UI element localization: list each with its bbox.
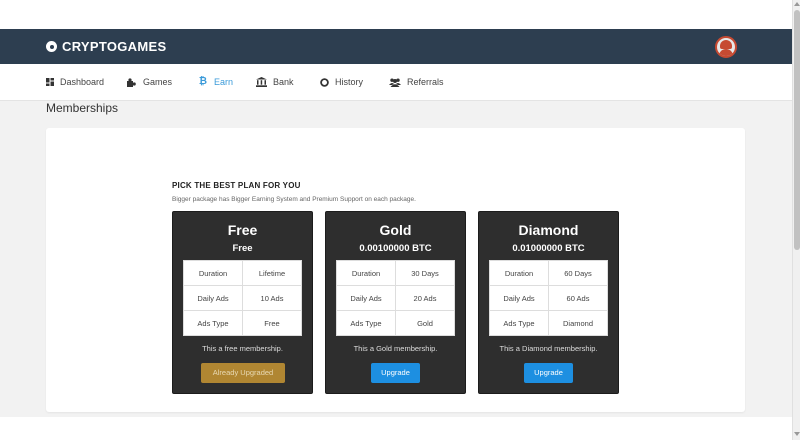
detail-value: 60 Days: [548, 260, 608, 286]
nav-item-bank[interactable]: Bank: [256, 77, 294, 87]
nav-label-bank: Bank: [273, 77, 294, 87]
brand-icon: [46, 41, 57, 52]
nav-label-dashboard: Dashboard: [60, 77, 105, 87]
plan-details-table: Duration Lifetime Daily Ads 10 Ads Ads T…: [183, 260, 302, 336]
section-title: PICK THE BEST PLAN FOR YOU: [172, 181, 301, 190]
table-row: Daily Ads 20 Ads: [336, 285, 455, 311]
page-title: Memberships: [46, 101, 119, 115]
plan-name: Free: [227, 222, 258, 238]
table-row: Duration 60 Days: [489, 260, 608, 286]
detail-label: Daily Ads: [183, 285, 243, 311]
detail-label: Duration: [336, 260, 396, 286]
plan-card-gold: Gold 0.00100000 BTC Duration 30 Days Dai…: [325, 211, 466, 394]
nav-label-games: Games: [143, 77, 173, 87]
detail-value: 10 Ads: [242, 285, 302, 311]
puzzle-icon: [127, 77, 136, 87]
bottom-strip: [0, 417, 792, 440]
detail-value: 30 Days: [395, 260, 455, 286]
table-row: Duration 30 Days: [336, 260, 455, 286]
detail-label: Ads Type: [489, 310, 549, 336]
nav-item-referrals[interactable]: Referrals: [389, 77, 444, 87]
detail-label: Duration: [183, 260, 243, 286]
nav-item-dashboard[interactable]: Dashboard: [46, 77, 104, 87]
table-row: Daily Ads 60 Ads: [489, 285, 608, 311]
table-row: Ads Type Diamond: [489, 310, 608, 336]
memberships-panel: PICK THE BEST PLAN FOR YOU Bigger packag…: [46, 128, 745, 412]
bitcoin-icon: ₿: [198, 76, 208, 87]
nav-label-referrals: Referrals: [407, 77, 444, 87]
detail-value: 60 Ads: [548, 285, 608, 311]
table-row: Ads Type Free: [183, 310, 302, 336]
plan-card-free: Free Free Duration Lifetime Daily Ads 10…: [172, 211, 313, 394]
detail-value: 20 Ads: [395, 285, 455, 311]
detail-label: Ads Type: [183, 310, 243, 336]
table-row: Duration Lifetime: [183, 260, 302, 286]
detail-label: Daily Ads: [489, 285, 549, 311]
main-nav: Dashboard Games ₿ Earn Bank History Refe…: [0, 64, 792, 101]
plan-description: This a Gold membership.: [353, 344, 438, 353]
section-subtitle: Bigger package has Bigger Earning System…: [172, 196, 416, 203]
nav-label-earn: Earn: [214, 77, 234, 87]
nav-label-history: History: [335, 77, 364, 87]
detail-label: Ads Type: [336, 310, 396, 336]
table-row: Daily Ads 10 Ads: [183, 285, 302, 311]
already-upgraded-button[interactable]: Already Upgraded: [201, 363, 285, 383]
scroll-up-arrow-icon[interactable]: [794, 2, 800, 6]
plan-description: This a Diamond membership.: [499, 344, 598, 353]
nav-item-earn[interactable]: ₿ Earn: [198, 76, 234, 88]
top-header: CRYPTOGAMES: [0, 29, 792, 64]
table-row: Ads Type Gold: [336, 310, 455, 336]
detail-value: Gold: [395, 310, 455, 336]
bank-icon: [256, 77, 267, 87]
nav-item-history[interactable]: History: [320, 77, 363, 87]
upgrade-diamond-button[interactable]: Upgrade: [524, 363, 573, 383]
plan-details-table: Duration 30 Days Daily Ads 20 Ads Ads Ty…: [336, 260, 455, 336]
nav-item-games[interactable]: Games: [127, 77, 172, 87]
detail-label: Daily Ads: [336, 285, 396, 311]
plan-price: Free: [232, 243, 253, 254]
content-area: Memberships PICK THE BEST PLAN FOR YOU B…: [0, 101, 792, 417]
users-icon: [389, 78, 401, 87]
user-avatar[interactable]: [715, 36, 737, 58]
scroll-thumb[interactable]: [794, 10, 800, 250]
plan-price: 0.00100000 BTC: [359, 243, 432, 254]
dashboard-icon: [46, 78, 54, 86]
upgrade-gold-button[interactable]: Upgrade: [371, 363, 420, 383]
plan-name: Gold: [379, 222, 412, 238]
history-icon: [320, 77, 329, 87]
brand-logo[interactable]: CRYPTOGAMES: [46, 39, 166, 54]
scroll-down-arrow-icon[interactable]: [794, 432, 800, 436]
plan-description: This a free membership.: [202, 344, 283, 353]
top-blank: [0, 0, 792, 29]
plan-name: Diamond: [518, 222, 579, 238]
vertical-scrollbar[interactable]: [792, 0, 800, 440]
detail-value: Diamond: [548, 310, 608, 336]
plan-card-diamond: Diamond 0.01000000 BTC Duration 60 Days …: [478, 211, 619, 394]
plan-price: 0.01000000 BTC: [512, 243, 585, 254]
plan-details-table: Duration 60 Days Daily Ads 60 Ads Ads Ty…: [489, 260, 608, 336]
detail-label: Duration: [489, 260, 549, 286]
detail-value: Free: [242, 310, 302, 336]
brand-name: CRYPTOGAMES: [62, 39, 167, 54]
detail-value: Lifetime: [242, 260, 302, 286]
